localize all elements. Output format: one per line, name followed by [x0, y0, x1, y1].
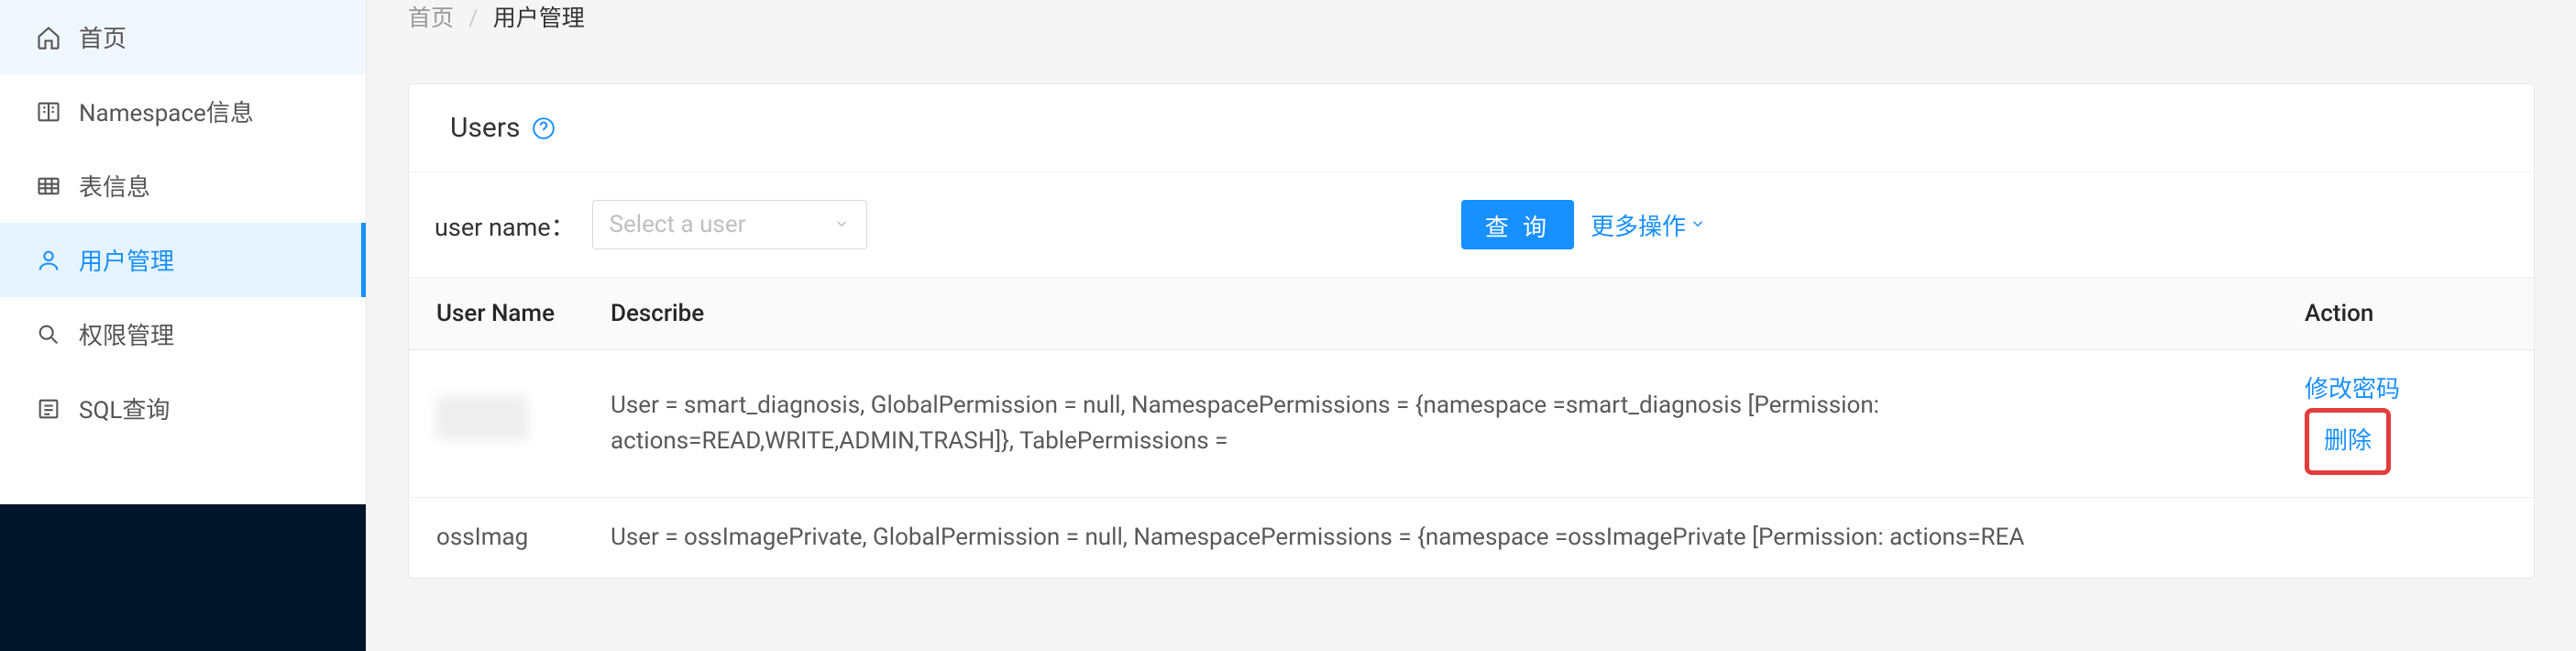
sidebar-item-label: SQL查询 [79, 392, 170, 425]
sidebar-item-home[interactable]: 首页 [0, 0, 366, 74]
delete-link[interactable]: 删除 [2324, 427, 2372, 455]
col-header-describe: Describe [583, 278, 2277, 350]
col-header-action: Action [2277, 278, 2534, 350]
sidebar: 首页 Namespace信息 表信息 用户管理 权限管理 [0, 0, 367, 651]
query-button[interactable]: 查 询 [1461, 200, 1574, 249]
sidebar-item-label: 首页 [79, 20, 127, 54]
search-icon [35, 321, 62, 348]
book-icon [35, 98, 62, 126]
sidebar-footer [0, 504, 366, 651]
breadcrumb-current: 用户管理 [493, 6, 585, 32]
help-icon[interactable] [532, 116, 556, 140]
sidebar-item-sql[interactable]: SQL查询 [0, 371, 366, 446]
list-icon [35, 395, 62, 423]
main-content: 首页 / 用户管理 Users user name： Select a user [367, 0, 2576, 651]
col-header-user: User Name [409, 278, 583, 350]
user-name-label: user name： [435, 207, 576, 243]
more-actions-link[interactable]: 更多操作 [1591, 208, 1706, 242]
breadcrumb-separator: / [468, 6, 478, 32]
users-card: Users user name： Select a user 查 询 更多操作 [408, 83, 2535, 579]
cell-describe: User = smart_diagnosis, GlobalPermission… [583, 350, 2277, 498]
user-icon [35, 247, 62, 274]
breadcrumb: 首页 / 用户管理 [367, 0, 2576, 42]
grid-icon [35, 172, 62, 200]
edit-password-link[interactable]: 修改密码 [2305, 376, 2400, 403]
panel-title: Users [450, 112, 521, 144]
select-placeholder: Select a user [610, 211, 746, 238]
toolbar: user name： Select a user 查 询 更多操作 [409, 172, 2534, 277]
users-table: User Name Describe Action User = smart_d… [409, 277, 2534, 578]
chevron-down-icon [833, 211, 850, 238]
user-name-redacted [436, 396, 528, 440]
home-icon [35, 24, 62, 51]
sidebar-item-permission[interactable]: 权限管理 [0, 297, 366, 371]
sidebar-item-label: 权限管理 [79, 317, 174, 351]
sidebar-item-label: 表信息 [79, 169, 150, 203]
breadcrumb-home[interactable]: 首页 [408, 6, 454, 32]
table-header-row: User Name Describe Action [409, 278, 2534, 350]
delete-highlight-box: 删除 [2305, 408, 2391, 475]
cell-user [409, 350, 583, 498]
sidebar-item-label: 用户管理 [79, 243, 174, 277]
more-actions-label: 更多操作 [1591, 208, 1686, 242]
table-row: ossImag User = ossImagePrivate, GlobalPe… [409, 498, 2534, 579]
sidebar-item-label: Namespace信息 [79, 94, 254, 128]
card-title-row: Users [409, 84, 2534, 172]
table-row: User = smart_diagnosis, GlobalPermission… [409, 350, 2534, 498]
cell-user: ossImag [409, 498, 583, 579]
sidebar-item-tables[interactable]: 表信息 [0, 149, 366, 223]
sidebar-item-namespace[interactable]: Namespace信息 [0, 74, 366, 149]
cell-action: 修改密码 删除 [2277, 350, 2534, 498]
cell-action: 修改密码 [2277, 498, 2534, 579]
user-select[interactable]: Select a user [592, 200, 867, 249]
cell-describe: User = ossImagePrivate, GlobalPermission… [583, 498, 2277, 579]
sidebar-item-user-mgmt[interactable]: 用户管理 [0, 223, 366, 297]
chevron-down-icon [1690, 211, 1706, 238]
